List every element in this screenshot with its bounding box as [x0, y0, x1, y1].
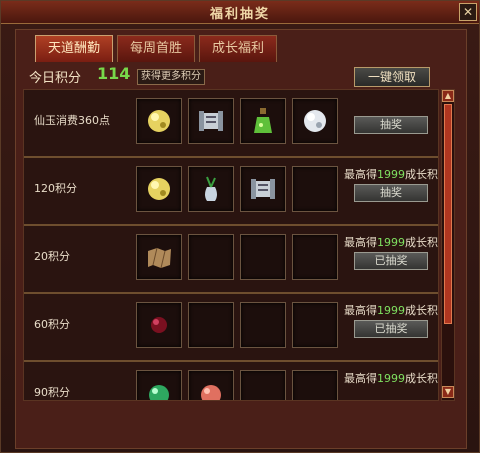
today-points-value: 114 [97, 64, 131, 83]
drawn-button[interactable]: 已抽奖 [354, 252, 428, 270]
item-slot[interactable] [136, 166, 182, 212]
scroll-down-arrow-icon[interactable]: ▼ [442, 386, 454, 398]
reward-row: 仙玉消费360点 抽奖 [24, 90, 438, 158]
green-gem-icon [149, 385, 169, 400]
title-bar: 福利抽奖 ✕ [1, 1, 479, 24]
today-points-label: 今日积分 [29, 71, 82, 86]
empty-item-slot [240, 302, 286, 348]
item-slot[interactable] [136, 98, 182, 144]
green-bottle-icon [254, 108, 272, 133]
empty-item-slot [292, 370, 338, 400]
one-key-claim-button[interactable]: 一键领取 [354, 67, 430, 87]
row-label: 20积分 [34, 250, 70, 263]
max-reward-text: 最高得1999成长积分 [344, 304, 438, 317]
yellow-orb-icon [148, 178, 170, 200]
max-reward-text: 最高得1999成长积分 [344, 168, 438, 181]
close-icon: ✕ [462, 5, 474, 19]
item-slot[interactable] [240, 166, 286, 212]
scroll-icon [199, 111, 223, 131]
white-orb-icon [304, 110, 326, 132]
reward-row: 90积分 最高得1999成长积分 [24, 362, 438, 400]
map-icon [148, 247, 171, 269]
draw-button[interactable]: 抽奖 [354, 184, 428, 202]
reward-lottery-window: 福利抽奖 ✕ 天道酬勤 每周首胜 成长福利 今日积分 114 获得更多积分 一键… [0, 0, 480, 453]
row-label: 90积分 [34, 386, 70, 399]
tab-weekly-first-win[interactable]: 每周首胜 [117, 35, 195, 62]
max-reward-text: 最高得1999成长积分 [344, 372, 438, 385]
empty-item-slot [292, 302, 338, 348]
reward-row: 120积分 最高得1999成长积分 抽奖 [24, 158, 438, 226]
empty-item-slot [240, 370, 286, 400]
reward-row: 60积分 最高得1999成长积分 已抽奖 [24, 294, 438, 362]
tab-daily-diligence[interactable]: 天道酬勤 [35, 35, 113, 62]
empty-item-slot [188, 234, 234, 280]
peach-icon [201, 385, 221, 400]
scroll-thumb[interactable] [444, 104, 452, 324]
drawn-button[interactable]: 已抽奖 [354, 320, 428, 338]
draw-button[interactable]: 抽奖 [354, 116, 428, 134]
empty-item-slot [188, 302, 234, 348]
window-title: 福利抽奖 [209, 7, 270, 22]
red-pearl-icon [151, 317, 167, 333]
item-slot[interactable] [240, 98, 286, 144]
item-slot[interactable] [136, 370, 182, 400]
scroll-icon [251, 179, 275, 199]
empty-item-slot [240, 234, 286, 280]
reward-list: 仙玉消费360点 抽奖 120积分 最高得1999成长积 抽奖 20积分 最高得… [23, 89, 439, 401]
get-more-points-button[interactable]: 获得更多积分 [137, 69, 205, 85]
item-slot[interactable] [188, 370, 234, 400]
row-label: 60积分 [34, 318, 70, 331]
yellow-orb-icon [148, 110, 170, 132]
item-slot[interactable] [136, 234, 182, 280]
row-label: 仙玉消费360点 [34, 114, 110, 127]
item-slot[interactable] [188, 166, 234, 212]
scroll-up-arrow-icon[interactable]: ▲ [442, 90, 454, 102]
item-slot[interactable] [188, 98, 234, 144]
row-label: 120积分 [34, 182, 77, 195]
tab-growth-welfare[interactable]: 成长福利 [199, 35, 277, 62]
empty-item-slot [292, 166, 338, 212]
max-reward-text: 最高得1999成长积分 [344, 236, 438, 249]
item-slot[interactable] [136, 302, 182, 348]
close-button[interactable]: ✕ [459, 3, 477, 21]
item-slot[interactable] [292, 98, 338, 144]
empty-item-slot [292, 234, 338, 280]
vase-icon [205, 176, 217, 201]
reward-row: 20积分 最高得1999成长积分 已抽奖 [24, 226, 438, 294]
scrollbar[interactable]: ▲ ▼ [441, 89, 455, 401]
